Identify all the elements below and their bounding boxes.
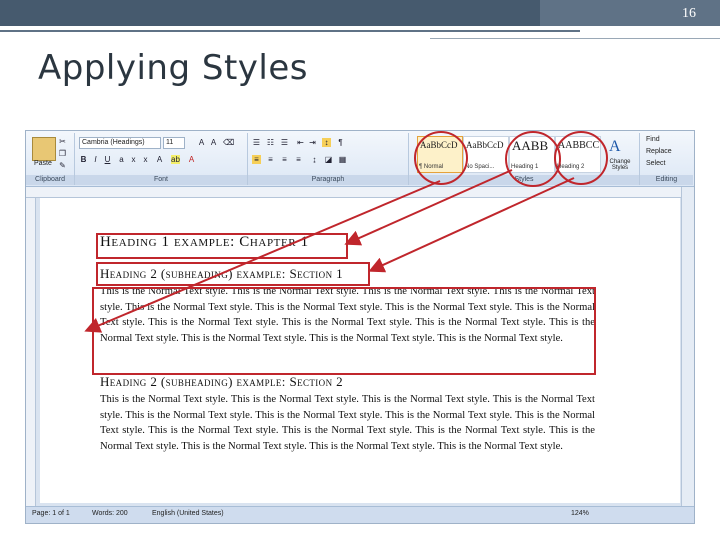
arrow-heading-2-style [368,177,575,273]
arrow-heading-1-style [344,169,513,246]
annotation-arrows [84,169,575,333]
arrow-normal-style [84,180,441,333]
